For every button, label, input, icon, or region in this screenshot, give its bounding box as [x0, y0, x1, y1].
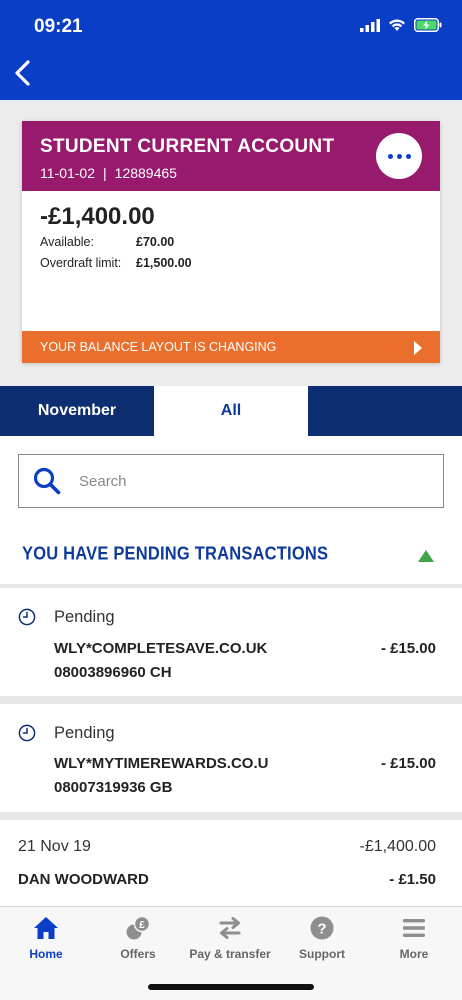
- overdraft-value: £1,500.00: [136, 256, 192, 270]
- offers-icon: £: [126, 915, 151, 940]
- transaction-amount: - £15.00: [380, 755, 436, 772]
- sort-code: 11-01-02: [40, 165, 96, 181]
- transfer-icon: [219, 917, 241, 939]
- transaction-amount: - £15.00: [380, 640, 436, 657]
- back-chevron-icon[interactable]: [10, 58, 36, 88]
- account-card[interactable]: STUDENT CURRENT ACCOUNT 11-01-02 | 1288946…: [22, 121, 440, 363]
- nav-more[interactable]: More: [368, 915, 460, 971]
- svg-text:£: £: [139, 920, 145, 931]
- svg-text:?: ?: [317, 921, 326, 938]
- more-dot-icon: [405, 153, 411, 159]
- posted-transaction[interactable]: DAN WOODWARD - £1.50: [0, 864, 462, 898]
- divider: [0, 696, 462, 704]
- pending-status: Pending: [54, 724, 115, 742]
- payee-name: DAN WOODWARD: [18, 871, 149, 888]
- top-bar: 09:21: [0, 0, 462, 100]
- merchant-name: WLY*COMPLETESAVE.CO.UK: [54, 640, 268, 657]
- chevron-right-icon: [414, 341, 422, 355]
- divider: [0, 812, 462, 820]
- merchant-reference: 08003896960 CH: [54, 664, 172, 681]
- pending-title: YOU HAVE PENDING TRANSACTIONS: [22, 544, 329, 564]
- nav-offers-label: Offers: [120, 947, 156, 961]
- nav-offers[interactable]: £ Offers: [92, 915, 184, 971]
- menu-icon: [403, 919, 425, 937]
- transactions-panel: YOU HAVE PENDING TRANSACTIONS Pending WL…: [0, 436, 462, 906]
- nav-pay-transfer-label: Pay & transfer: [189, 947, 271, 961]
- collapse-triangle-icon[interactable]: [418, 550, 434, 562]
- pending-transaction[interactable]: Pending WLY*COMPLETESAVE.CO.UK 080038969…: [0, 588, 462, 696]
- merchant-reference: 08007319936 GB: [54, 779, 173, 796]
- nav-more-label: More: [399, 947, 429, 961]
- overdraft-row: Overdraft limit: £1,500.00: [40, 256, 192, 270]
- available-row: Available: £70.00: [40, 235, 174, 249]
- account-numbers: 11-01-02 | 12889465: [40, 165, 177, 181]
- more-dot-icon: [396, 153, 402, 159]
- nav-support[interactable]: ? Support: [276, 915, 368, 971]
- search-icon: [33, 467, 61, 495]
- clock-icon: [18, 724, 36, 742]
- nav-home[interactable]: Home: [0, 915, 92, 971]
- account-balance: -£1,400.00: [40, 203, 155, 230]
- support-icon: ?: [310, 916, 334, 940]
- battery-charging-icon: [414, 18, 442, 32]
- status-time: 09:21: [34, 16, 83, 37]
- overdraft-label: Overdraft limit:: [40, 256, 122, 270]
- account-separator: |: [103, 165, 107, 181]
- tab-spacer: [308, 386, 462, 436]
- pending-transaction[interactable]: Pending WLY*MYTIMEREWARDS.CO.U 080073199…: [0, 704, 462, 812]
- transaction-amount: - £1.50: [389, 871, 436, 888]
- nav-home-label: Home: [29, 947, 63, 961]
- account-card-header: STUDENT CURRENT ACCOUNT 11-01-02 | 1288946…: [22, 121, 440, 191]
- clock-icon: [18, 608, 36, 626]
- nav-support-label: Support: [299, 947, 345, 961]
- merchant-name: WLY*MYTIMEREWARDS.CO.U: [54, 755, 269, 772]
- nav-pay-transfer[interactable]: Pay & transfer: [184, 915, 276, 971]
- posted-date: 21 Nov 19: [18, 838, 91, 855]
- account-name: STUDENT CURRENT ACCOUNT: [40, 136, 335, 157]
- balance-layout-banner[interactable]: YOUR BALANCE LAYOUT IS CHANGING: [22, 331, 440, 363]
- tab-november[interactable]: November: [0, 386, 154, 436]
- home-indicator: [148, 984, 314, 990]
- account-number: 12889465: [114, 165, 177, 181]
- more-dot-icon: [387, 153, 393, 159]
- wifi-icon: [389, 19, 405, 31]
- available-label: Available:: [40, 235, 94, 249]
- tab-all[interactable]: All: [154, 386, 308, 436]
- pending-status: Pending: [54, 608, 115, 626]
- status-icons: [360, 18, 442, 32]
- posted-day-group: 21 Nov 19 -£1,400.00 DAN WOODWARD - £1.5…: [0, 820, 462, 906]
- search-box[interactable]: [18, 454, 444, 508]
- signal-icon: [360, 18, 380, 32]
- search-input[interactable]: [79, 472, 399, 490]
- home-icon: [34, 917, 58, 939]
- period-tabs: November All: [0, 386, 462, 436]
- pending-header[interactable]: YOU HAVE PENDING TRANSACTIONS: [0, 532, 462, 584]
- available-value: £70.00: [136, 235, 175, 249]
- day-total: -£1,400.00: [359, 838, 436, 855]
- account-options-button[interactable]: [376, 133, 422, 179]
- banner-text: YOUR BALANCE LAYOUT IS CHANGING: [40, 340, 277, 354]
